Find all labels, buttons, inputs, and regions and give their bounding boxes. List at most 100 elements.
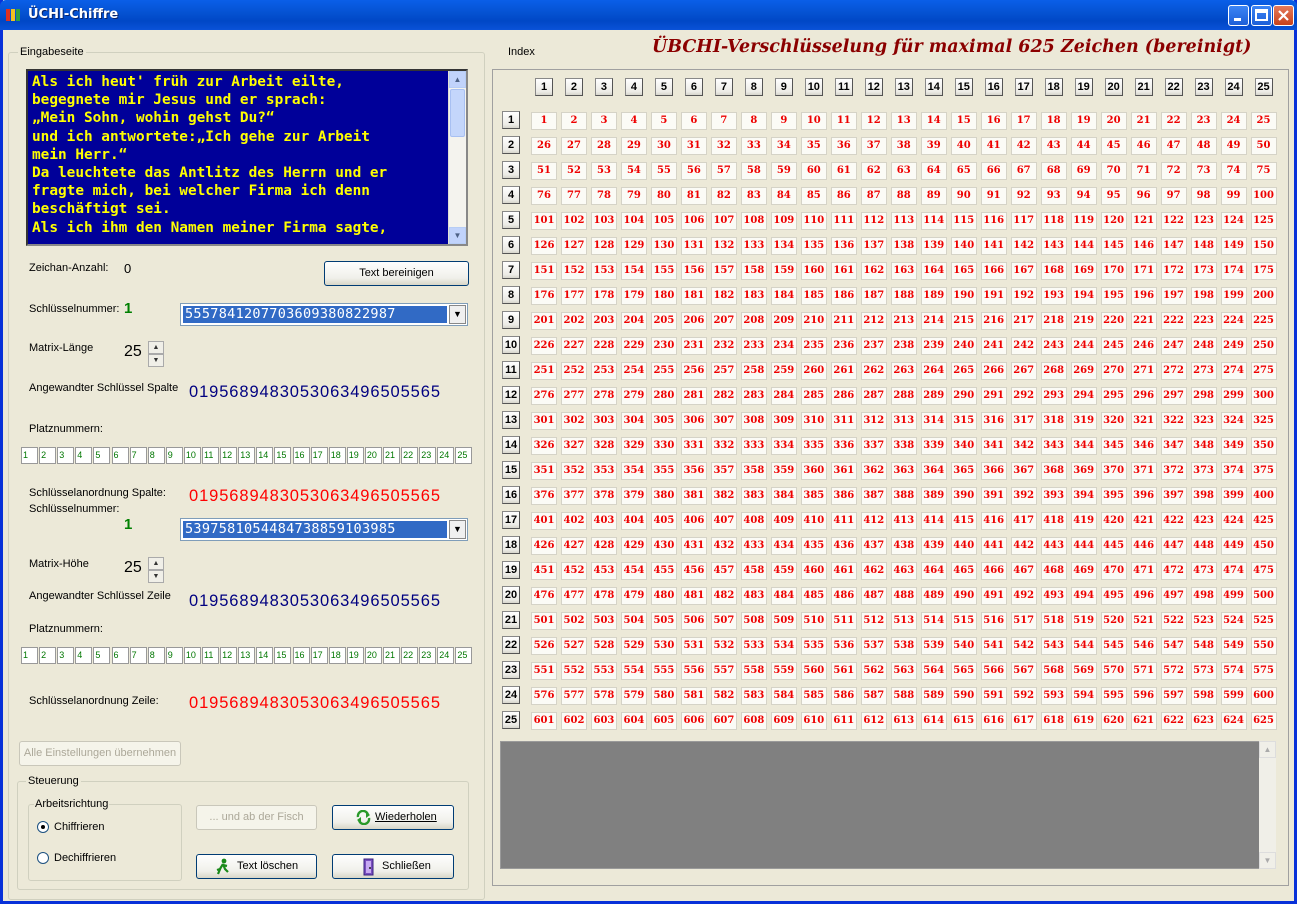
grid-cell[interactable]: 560 bbox=[800, 662, 827, 680]
grid-cell[interactable]: 330 bbox=[650, 437, 677, 455]
grid-cell[interactable]: 313 bbox=[890, 412, 917, 430]
grid-cell[interactable]: 88 bbox=[890, 187, 917, 205]
grid-cell[interactable]: 241 bbox=[980, 337, 1007, 355]
grid-cell[interactable]: 513 bbox=[890, 612, 917, 630]
grid-cell[interactable]: 120 bbox=[1100, 212, 1127, 230]
grid-cell[interactable]: 19 bbox=[1070, 112, 1097, 130]
grid-cell[interactable]: 350 bbox=[1250, 437, 1277, 455]
grid-cell[interactable]: 145 bbox=[1100, 237, 1127, 255]
grid-cell[interactable]: 303 bbox=[590, 412, 617, 430]
grid-cell[interactable]: 390 bbox=[950, 487, 977, 505]
grid-cell[interactable]: 91 bbox=[980, 187, 1007, 205]
grid-cell[interactable]: 444 bbox=[1070, 537, 1097, 555]
grid-cell[interactable]: 585 bbox=[800, 687, 827, 705]
grid-cell[interactable]: 203 bbox=[590, 312, 617, 330]
grid-cell[interactable]: 518 bbox=[1040, 612, 1067, 630]
grid-cell[interactable]: 333 bbox=[740, 437, 767, 455]
grid-cell[interactable]: 63 bbox=[890, 162, 917, 180]
grid-cell[interactable]: 576 bbox=[531, 687, 557, 705]
grid-cell[interactable]: 445 bbox=[1100, 537, 1127, 555]
spin-up-icon[interactable]: ▲ bbox=[148, 557, 164, 570]
scroll-thumb[interactable] bbox=[450, 89, 465, 137]
grid-cell[interactable]: 570 bbox=[1100, 662, 1127, 680]
grid-cell[interactable]: 405 bbox=[650, 512, 677, 530]
grid-cell[interactable]: 464 bbox=[920, 562, 947, 580]
grid-cell[interactable]: 372 bbox=[1160, 462, 1187, 480]
maximize-button[interactable] bbox=[1251, 5, 1272, 26]
grid-cell[interactable]: 354 bbox=[620, 462, 647, 480]
grid-cell[interactable]: 258 bbox=[740, 362, 767, 380]
grid-cell[interactable]: 180 bbox=[650, 287, 677, 305]
grid-cell[interactable]: 433 bbox=[740, 537, 767, 555]
grid-cell[interactable]: 318 bbox=[1040, 412, 1067, 430]
grid-cell[interactable]: 107 bbox=[710, 212, 737, 230]
grid-cell[interactable]: 163 bbox=[890, 262, 917, 280]
row-header-button[interactable]: 22 bbox=[502, 636, 520, 654]
grid-cell[interactable]: 487 bbox=[860, 587, 887, 605]
grid-cell[interactable]: 562 bbox=[860, 662, 887, 680]
grid-cell[interactable]: 43 bbox=[1040, 137, 1067, 155]
grid-cell[interactable]: 490 bbox=[950, 587, 977, 605]
grid-cell[interactable]: 153 bbox=[590, 262, 617, 280]
grid-cell[interactable]: 328 bbox=[590, 437, 617, 455]
grid-cell[interactable]: 500 bbox=[1250, 587, 1277, 605]
grid-cell[interactable]: 567 bbox=[1010, 662, 1037, 680]
grid-cell[interactable]: 96 bbox=[1130, 187, 1157, 205]
grid-cell[interactable]: 309 bbox=[770, 412, 797, 430]
grid-cell[interactable]: 223 bbox=[1190, 312, 1217, 330]
grid-cell[interactable]: 393 bbox=[1040, 487, 1067, 505]
grid-cell[interactable]: 188 bbox=[890, 287, 917, 305]
grid-cell[interactable]: 428 bbox=[590, 537, 617, 555]
grid-cell[interactable]: 455 bbox=[650, 562, 677, 580]
grid-cell[interactable]: 432 bbox=[710, 537, 737, 555]
grid-cell[interactable]: 200 bbox=[1250, 287, 1277, 305]
column-header-button[interactable]: 18 bbox=[1044, 78, 1063, 96]
grid-cell[interactable]: 285 bbox=[800, 387, 827, 405]
grid-cell[interactable]: 277 bbox=[560, 387, 587, 405]
grid-cell[interactable]: 59 bbox=[770, 162, 797, 180]
grid-cell[interactable]: 34 bbox=[770, 137, 797, 155]
grid-cell[interactable]: 250 bbox=[1250, 337, 1277, 355]
grid-cell[interactable]: 577 bbox=[560, 687, 587, 705]
grid-cell[interactable]: 25 bbox=[1250, 112, 1277, 130]
grid-cell[interactable]: 148 bbox=[1190, 237, 1217, 255]
textarea-scrollbar[interactable]: ▲ ▼ bbox=[448, 71, 466, 244]
grid-cell[interactable]: 404 bbox=[620, 512, 647, 530]
grid-cell[interactable]: 332 bbox=[710, 437, 737, 455]
grid-cell[interactable]: 394 bbox=[1070, 487, 1097, 505]
grid-cell[interactable]: 228 bbox=[590, 337, 617, 355]
grid-cell[interactable]: 545 bbox=[1100, 637, 1127, 655]
grid-cell[interactable]: 325 bbox=[1250, 412, 1277, 430]
grid-cell[interactable]: 326 bbox=[531, 437, 557, 455]
grid-cell[interactable]: 134 bbox=[770, 237, 797, 255]
grid-cell[interactable]: 411 bbox=[830, 512, 857, 530]
grid-cell[interactable]: 238 bbox=[890, 337, 917, 355]
grid-cell[interactable]: 329 bbox=[620, 437, 647, 455]
grid-cell[interactable]: 342 bbox=[1010, 437, 1037, 455]
grid-cell[interactable]: 414 bbox=[920, 512, 947, 530]
grid-cell[interactable]: 422 bbox=[1160, 512, 1187, 530]
encrypt-radio[interactable] bbox=[37, 821, 49, 833]
grid-cell[interactable]: 470 bbox=[1100, 562, 1127, 580]
grid-cell[interactable]: 507 bbox=[710, 612, 737, 630]
row-header-button[interactable]: 5 bbox=[502, 211, 520, 229]
grid-cell[interactable]: 251 bbox=[531, 362, 557, 380]
grid-cell[interactable]: 495 bbox=[1100, 587, 1127, 605]
grid-cell[interactable]: 488 bbox=[890, 587, 917, 605]
grid-cell[interactable]: 289 bbox=[920, 387, 947, 405]
grid-cell[interactable]: 365 bbox=[950, 462, 977, 480]
grid-cell[interactable]: 50 bbox=[1250, 137, 1277, 155]
grid-cell[interactable]: 596 bbox=[1130, 687, 1157, 705]
column-header-button[interactable]: 16 bbox=[984, 78, 1003, 96]
grid-cell[interactable]: 235 bbox=[800, 337, 827, 355]
grid-cell[interactable]: 321 bbox=[1130, 412, 1157, 430]
grid-cell[interactable]: 151 bbox=[531, 262, 557, 280]
grid-cell[interactable]: 452 bbox=[560, 562, 587, 580]
grid-cell[interactable]: 617 bbox=[1010, 712, 1037, 730]
grid-cell[interactable]: 530 bbox=[650, 637, 677, 655]
grid-cell[interactable]: 362 bbox=[860, 462, 887, 480]
grid-cell[interactable]: 514 bbox=[920, 612, 947, 630]
row-header-button[interactable]: 21 bbox=[502, 611, 520, 629]
grid-cell[interactable]: 287 bbox=[860, 387, 887, 405]
grid-cell[interactable]: 103 bbox=[590, 212, 617, 230]
